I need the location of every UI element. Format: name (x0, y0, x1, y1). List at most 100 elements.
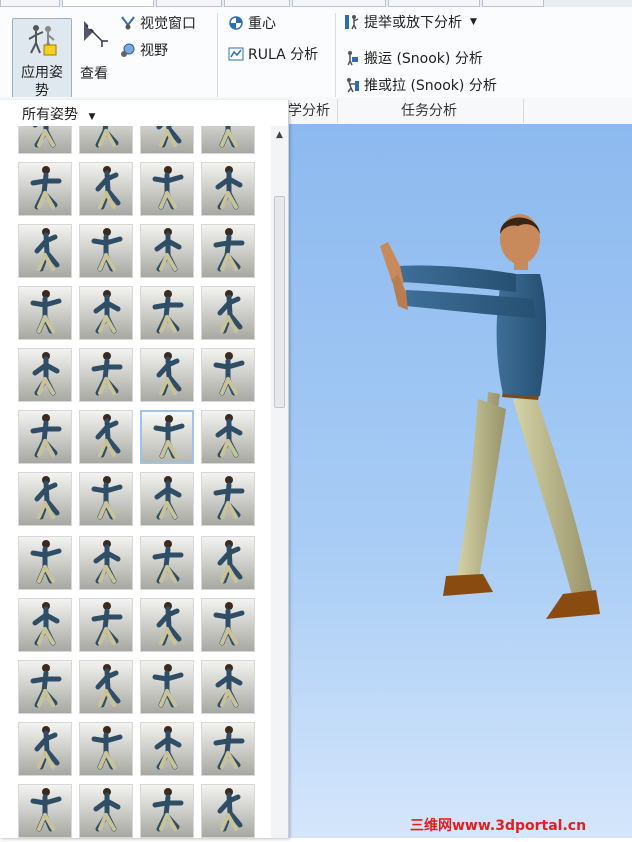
pose-thumbnail[interactable] (201, 660, 255, 714)
carry-label: 搬运 (Snook) 分析 (364, 51, 483, 67)
pose-figure (156, 352, 182, 396)
carry-analysis-button[interactable]: 搬运 (Snook) 分析 (344, 47, 483, 69)
pose-category-label: 所有姿势 (22, 107, 78, 123)
field-of-view-label: 视野 (140, 43, 168, 59)
pose-thumbnail[interactable] (79, 722, 133, 776)
pose-thumbnail[interactable] (18, 722, 72, 776)
pose-thumbnail[interactable] (140, 784, 194, 838)
pose-thumbnail[interactable] (140, 162, 194, 216)
pose-thumbnail[interactable] (79, 472, 133, 526)
ribbon-tab[interactable] (388, 0, 480, 7)
pose-figure (30, 540, 62, 584)
scroll-up-arrow-icon[interactable]: ▲ (271, 128, 288, 142)
view-icon (84, 21, 108, 47)
separator (523, 99, 524, 123)
chevron-down-icon: ▼ (88, 112, 96, 122)
pose-thumbnail[interactable] (140, 286, 194, 340)
vision-window-button[interactable]: 视觉窗口 (120, 12, 196, 34)
pose-thumbnail[interactable] (79, 348, 133, 402)
pose-thumbnail[interactable] (140, 722, 194, 776)
pose-thumbnail[interactable] (201, 410, 255, 464)
pose-thumbnail[interactable] (140, 348, 194, 402)
task-analysis-group-label: 任务分析 (401, 103, 457, 119)
pose-thumbnail[interactable] (79, 410, 133, 464)
pose-thumbnail[interactable] (201, 126, 255, 154)
pose-figure (91, 476, 123, 520)
pose-figure (30, 290, 62, 334)
pose-thumbnail[interactable] (18, 660, 72, 714)
pose-thumbnail[interactable] (18, 784, 72, 838)
pose-figure (154, 476, 182, 520)
pose-figure (95, 126, 119, 148)
pose-figure (93, 788, 121, 832)
ribbon-tab[interactable] (292, 0, 386, 7)
pose-thumbnail[interactable] (140, 410, 194, 464)
field-of-view-icon (121, 43, 135, 57)
pose-thumbnail[interactable] (201, 286, 255, 340)
pose-thumbnail[interactable] (79, 536, 133, 590)
lift-icon (345, 15, 359, 30)
carry-icon (347, 51, 358, 66)
pose-thumbnail[interactable] (18, 162, 72, 216)
pose-thumbnail[interactable] (18, 126, 72, 154)
scrollbar-thumb[interactable] (274, 196, 285, 408)
pose-thumbnail[interactable] (18, 224, 72, 278)
field-of-view-button[interactable]: 视野 (120, 39, 168, 61)
vertical-scrollbar[interactable]: ▲ (271, 126, 288, 838)
apply-pose-button[interactable]: 应用姿 势▼ (12, 18, 72, 117)
apply-pose-label: 应用姿 (21, 65, 63, 81)
lift-lower-analysis-button[interactable]: 提举或放下分析 ▼ (344, 11, 477, 33)
pose-thumbnail[interactable] (140, 660, 194, 714)
pose-thumbnail[interactable] (18, 410, 72, 464)
center-of-gravity-button[interactable]: 重心 (228, 12, 276, 34)
pose-thumbnail[interactable] (79, 126, 133, 154)
pose-thumbnail[interactable] (140, 472, 194, 526)
pose-figure (34, 228, 60, 272)
pose-thumbnail[interactable] (201, 472, 255, 526)
pose-figure (156, 126, 182, 148)
pose-figure (156, 602, 182, 646)
pose-thumbnail[interactable] (201, 598, 255, 652)
pose-thumbnail[interactable] (18, 536, 72, 590)
pose-thumbnail[interactable] (18, 286, 72, 340)
pose-thumbnail[interactable] (201, 784, 255, 838)
ribbon-tab[interactable] (224, 0, 290, 7)
pose-category-dropdown[interactable]: 所有姿势 ▼ (22, 104, 95, 124)
pose-thumbnail[interactable] (201, 536, 255, 590)
pose-figure (213, 228, 245, 272)
pose-thumbnail[interactable] (140, 536, 194, 590)
ribbon-tab[interactable] (156, 0, 222, 7)
pose-thumbnail[interactable] (201, 162, 255, 216)
pose-thumbnail[interactable] (201, 348, 255, 402)
rula-label: RULA 分析 (248, 47, 319, 63)
ribbon-tab[interactable] (0, 0, 60, 7)
pose-thumbnail[interactable] (79, 660, 133, 714)
pose-thumbnail[interactable] (18, 472, 72, 526)
pose-thumbnail[interactable] (201, 722, 255, 776)
3d-viewport[interactable] (288, 124, 632, 838)
pose-thumbnail[interactable] (79, 784, 133, 838)
ribbon-tab-active[interactable] (62, 0, 154, 7)
pose-figure (95, 664, 121, 708)
rula-icon (228, 47, 244, 61)
pose-thumbnail[interactable] (79, 598, 133, 652)
pose-thumbnail[interactable] (201, 224, 255, 278)
vision-window-label: 视觉窗口 (140, 16, 196, 32)
pose-thumbnail[interactable] (79, 162, 133, 216)
pose-thumbnail[interactable] (18, 348, 72, 402)
pose-thumbnail[interactable] (79, 224, 133, 278)
push-pull-label: 推或拉 (Snook) 分析 (364, 78, 497, 94)
view-button[interactable]: 查看 (78, 19, 114, 85)
pose-figure (154, 228, 182, 272)
push-pull-analysis-button[interactable]: 推或拉 (Snook) 分析 (344, 74, 497, 96)
pose-figure (34, 726, 60, 770)
chevron-down-icon[interactable]: ▼ (470, 17, 477, 27)
pose-thumbnail[interactable] (140, 598, 194, 652)
pose-thumbnail[interactable] (18, 598, 72, 652)
rula-analysis-button[interactable]: RULA 分析 (228, 43, 318, 65)
separator (335, 13, 336, 97)
ribbon-tab[interactable] (482, 0, 544, 7)
pose-thumbnail[interactable] (140, 126, 194, 154)
pose-thumbnail[interactable] (79, 286, 133, 340)
pose-thumbnail[interactable] (140, 224, 194, 278)
